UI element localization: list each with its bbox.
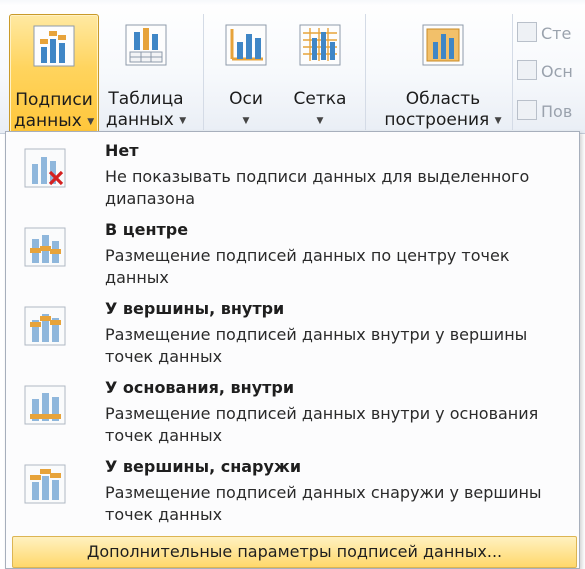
chevron-down-icon: ▼ (87, 117, 95, 127)
menu-item-title: У основания, внутри (105, 378, 295, 397)
data-table-button[interactable]: Таблица данных ▼ (101, 14, 191, 132)
data-labels-label-1: Подписи (15, 90, 93, 110)
menu-item-inside-base[interactable]: У основания, внутри Размещение подписей … (14, 375, 574, 455)
plot-area-label-1: Область (405, 89, 481, 109)
labels-outside-end-icon (24, 464, 66, 504)
chart-wall-button[interactable]: Сте (517, 22, 585, 48)
ribbon-top-edge (0, 0, 585, 6)
chart-floor-button[interactable]: Осн (517, 60, 585, 86)
gridlines-label: Сетка (293, 89, 347, 109)
data-table-label-2: данных (105, 110, 174, 130)
chart-floor-label: Осн (541, 62, 573, 81)
menu-item-description: Не показывать подписи данных для выделен… (105, 167, 530, 208)
data-table-icon (125, 24, 167, 66)
3d-rotation-icon (517, 100, 537, 120)
gridlines-icon (299, 24, 341, 66)
data-labels-label-2: данных (13, 111, 82, 131)
menu-item-title: У вершины, внутри (105, 299, 285, 318)
ribbon: Подписи данных ▼ Таблица данных ▼ Оси ▼ … (0, 0, 585, 134)
data-labels-icon (33, 25, 75, 67)
menu-item-description: Размещение подписей данных по центру точ… (105, 246, 510, 287)
chevron-down-icon: ▼ (242, 116, 250, 126)
chevron-down-icon: ▼ (494, 116, 502, 126)
chevron-down-icon: ▼ (179, 116, 187, 126)
menu-item-description: Размещение подписей данных внутри у осно… (105, 404, 539, 445)
menu-item-title: В центре (105, 220, 189, 239)
more-data-label-options-button[interactable]: Дополнительные параметры подписей данных… (12, 536, 577, 568)
labels-center-icon (24, 227, 66, 267)
menu-item-description: Размещение подписей данных снаружи у вер… (105, 483, 542, 524)
ribbon-separator (365, 14, 366, 130)
labels-inside-base-icon (24, 385, 66, 425)
menu-item-outside-end[interactable]: У вершины, снаружи Размещение подписей д… (14, 454, 574, 534)
plot-area-icon (422, 24, 464, 66)
axes-icon (225, 24, 267, 66)
3d-rotation-button[interactable]: Пов (517, 100, 585, 126)
data-labels-button[interactable]: Подписи данных ▼ (9, 14, 99, 134)
3d-rotation-label: Пов (541, 102, 573, 121)
menu-item-center[interactable]: В центре Размещение подписей данных по ц… (14, 217, 574, 297)
menu-item-title: Нет (105, 141, 139, 160)
data-labels-menu: Нет Не показывать подписи данных для выд… (5, 131, 580, 569)
menu-item-title: У вершины, снаружи (105, 457, 302, 476)
data-table-label-1: Таблица (108, 89, 184, 109)
menu-item-description: Размещение подписей данных внутри у верш… (105, 325, 528, 366)
axes-button[interactable]: Оси ▼ (214, 14, 278, 132)
labels-inside-end-icon (24, 306, 66, 346)
menu-item-inside-end[interactable]: У вершины, внутри Размещение подписей да… (14, 296, 574, 376)
menu-item-none[interactable]: Нет Не показывать подписи данных для выд… (14, 138, 574, 218)
chart-floor-icon (517, 60, 537, 80)
ribbon-separator (512, 14, 513, 130)
chevron-down-icon: ▼ (316, 116, 324, 126)
gridlines-button[interactable]: Сетка ▼ (285, 14, 355, 132)
axes-label: Оси (229, 89, 263, 109)
plot-area-button[interactable]: Область построения ▼ (376, 14, 510, 132)
ribbon-separator (203, 14, 204, 130)
chart-wall-label: Сте (541, 24, 572, 43)
no-labels-icon (24, 148, 66, 188)
chart-wall-icon (517, 22, 537, 42)
plot-area-label-2: построения (384, 110, 490, 130)
